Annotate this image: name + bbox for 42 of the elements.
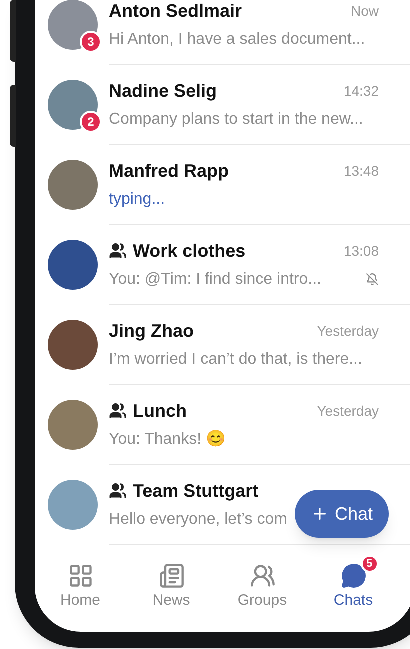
avatar-photo-placeholder: [48, 320, 98, 370]
nav-tab[interactable]: Home: [35, 553, 126, 612]
group-icon: [109, 242, 127, 260]
groups-icon: [250, 563, 276, 589]
message-preview: typing...: [109, 190, 166, 210]
chat-time: Yesterday: [317, 322, 379, 341]
chat-time: 13:08: [344, 242, 379, 260]
chat-time: 13:48: [344, 162, 379, 180]
avatar-photo-placeholder: [48, 0, 98, 50]
avatar-photo-placeholder: [48, 480, 98, 530]
news-icon: [158, 563, 184, 589]
message-preview: Hello everyone, let’s com: [109, 510, 288, 530]
chat-time: Now: [350, 2, 379, 20]
chat-name: Manfred Rapp: [109, 160, 230, 183]
message-preview: You: @Tim: I find since intro...: [109, 270, 322, 290]
message-preview: Company plans to start in the new...: [109, 110, 364, 130]
chats-icon: [340, 563, 366, 589]
chat-name: Team Stuttgart: [133, 480, 259, 503]
unread-badge: 5: [360, 555, 378, 573]
new-chat-button[interactable]: Chat: [295, 490, 389, 538]
chat-time: Yesterday: [317, 402, 379, 421]
avatar-photo-placeholder: [48, 80, 98, 130]
unread-badge: 2: [80, 111, 102, 133]
chat-name: Lunch: [133, 400, 187, 422]
home-icon: [68, 563, 94, 589]
chat-name: Jing Zhao: [109, 320, 194, 343]
avatar-photo-placeholder: [48, 240, 98, 290]
message-preview: I’m worried I can’t do that, is there...: [109, 350, 362, 370]
chat-time: 14:32: [344, 82, 379, 100]
chat-name: Nadine Selig: [109, 80, 218, 103]
avatar-photo-placeholder: [48, 400, 98, 450]
nav-tab[interactable]: 5 Chats: [308, 553, 399, 612]
nav-tab[interactable]: News: [126, 553, 217, 612]
message-preview: Hi Anton, I have a sales document...: [109, 30, 366, 50]
chat-name: Anton Sedlmair: [109, 0, 242, 22]
chat-name: Work clothes: [133, 240, 246, 262]
unread-badge: 3: [80, 31, 102, 53]
nav-tab[interactable]: Groups: [217, 553, 308, 612]
avatar-photo-placeholder: [48, 160, 98, 210]
message-preview: You: Thanks! 😊: [109, 429, 226, 450]
group-icon: [109, 402, 127, 420]
group-icon: [109, 482, 127, 500]
